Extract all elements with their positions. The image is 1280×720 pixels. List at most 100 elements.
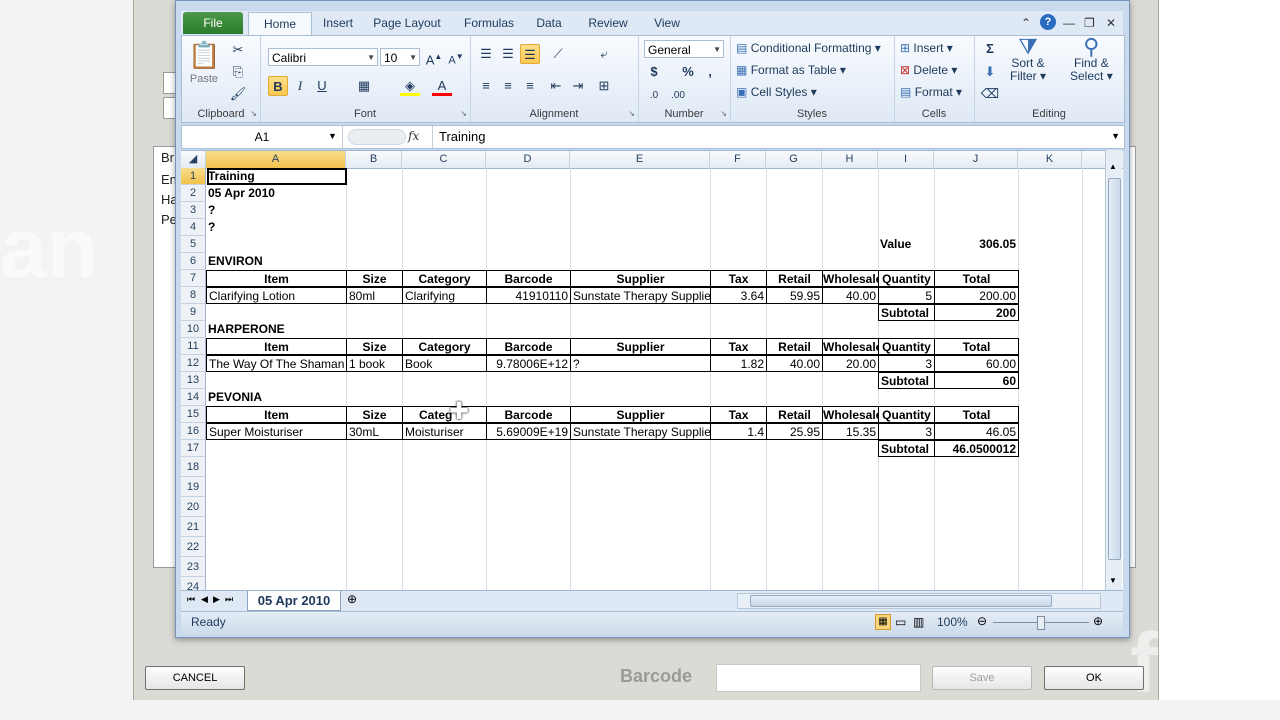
currency-button[interactable]: $ bbox=[644, 62, 664, 82]
table-cell[interactable]: 46.05 bbox=[934, 423, 1019, 440]
table-cell[interactable]: 1.82 bbox=[710, 355, 767, 372]
barcode-input[interactable] bbox=[716, 664, 921, 692]
table-cell[interactable]: 9.78006E+12 bbox=[486, 355, 571, 372]
row-header[interactable]: 12 bbox=[181, 355, 206, 372]
scroll-up-icon[interactable]: ▲ bbox=[1109, 162, 1117, 171]
comma-button[interactable]: , bbox=[700, 62, 720, 82]
align-middle-icon[interactable]: ☰ bbox=[498, 44, 518, 64]
grow-font-icon[interactable]: A▲ bbox=[424, 47, 444, 67]
table-cell[interactable]: 15.35 bbox=[822, 423, 879, 440]
row-header[interactable]: 23 bbox=[181, 557, 206, 577]
column-header-h[interactable]: H bbox=[822, 151, 878, 168]
insert-function-icon[interactable]: fx bbox=[408, 129, 419, 143]
table-header-barcode[interactable]: Barcode bbox=[486, 270, 571, 287]
alignment-launcher-icon[interactable]: ↘ bbox=[628, 109, 635, 118]
table-header-size[interactable]: Size bbox=[346, 338, 403, 355]
subtotal-value[interactable]: 46.0500012 bbox=[934, 440, 1019, 457]
minimize-ribbon-icon[interactable]: ⌃ bbox=[1021, 16, 1031, 30]
tab-view[interactable]: View bbox=[647, 12, 687, 34]
font-size-combo[interactable]: 10 ▼ bbox=[380, 48, 420, 66]
column-header-f[interactable]: F bbox=[710, 151, 766, 168]
cell-i5[interactable]: Value bbox=[878, 236, 934, 253]
table-header-barcode[interactable]: Barcode bbox=[486, 406, 571, 423]
row-header[interactable]: 14 bbox=[181, 389, 206, 406]
column-header-k[interactable]: K bbox=[1018, 151, 1082, 168]
row-header[interactable]: 13 bbox=[181, 372, 206, 389]
ok-button[interactable]: OK bbox=[1044, 666, 1144, 690]
increase-decimal-icon[interactable]: .0 bbox=[644, 86, 664, 106]
scroll-down-icon[interactable]: ▼ bbox=[1109, 576, 1117, 585]
vertical-scroll-thumb[interactable] bbox=[1108, 178, 1121, 560]
align-right-icon[interactable]: ≡ bbox=[520, 76, 540, 96]
page-layout-view-icon[interactable]: ▭ bbox=[895, 615, 906, 629]
tab-file[interactable]: File bbox=[183, 12, 243, 34]
table-cell[interactable]: Sunstate Therapy Supplie bbox=[570, 287, 711, 304]
column-header-d[interactable]: D bbox=[486, 151, 570, 168]
cut-icon[interactable]: ✂ bbox=[228, 40, 248, 60]
row-header[interactable]: 18 bbox=[181, 457, 206, 477]
sort-filter-button[interactable]: ⧩ Sort & Filter ▾ bbox=[1010, 36, 1046, 83]
cell-a4[interactable]: ? bbox=[206, 219, 346, 236]
table-header-tax[interactable]: Tax bbox=[710, 270, 767, 287]
table-cell[interactable]: Super Moisturiser bbox=[206, 423, 347, 440]
table-header-tax[interactable]: Tax bbox=[710, 406, 767, 423]
table-header-category[interactable]: Category bbox=[402, 338, 487, 355]
row-header[interactable]: 15 bbox=[181, 406, 206, 423]
cell-a2[interactable]: 05 Apr 2010 bbox=[206, 185, 346, 202]
insert-cells-button[interactable]: ⊞ Insert ▾ bbox=[900, 41, 953, 55]
format-as-table-button[interactable]: ▦ Format as Table ▾ bbox=[736, 63, 846, 77]
cell-styles-button[interactable]: ▣ Cell Styles ▾ bbox=[736, 85, 817, 99]
prev-sheet-icon[interactable]: ◀ bbox=[201, 594, 208, 605]
last-sheet-icon[interactable]: ⏭ bbox=[225, 594, 233, 605]
row-header[interactable]: 19 bbox=[181, 477, 206, 497]
restore-icon[interactable]: ❐ bbox=[1084, 16, 1095, 30]
name-box[interactable]: A1 bbox=[182, 126, 343, 148]
tab-home[interactable]: Home bbox=[248, 12, 312, 35]
table-header-item[interactable]: Item bbox=[206, 406, 347, 423]
cell-a6[interactable]: ENVIRON bbox=[206, 253, 346, 270]
table-header-supplier[interactable]: Supplier bbox=[570, 338, 711, 355]
subtotal-value[interactable]: 200 bbox=[934, 304, 1019, 321]
delete-cells-button[interactable]: ⊠ Delete ▾ bbox=[900, 63, 957, 77]
cancel-button[interactable]: CANCEL bbox=[145, 666, 245, 690]
subtotal-label[interactable]: Subtotal bbox=[878, 372, 935, 389]
font-color-icon[interactable]: A bbox=[432, 76, 452, 96]
table-header-wholesale[interactable]: Wholesale bbox=[822, 406, 879, 423]
table-header-category[interactable]: Categ bbox=[402, 406, 487, 423]
table-cell[interactable]: 3 bbox=[878, 423, 935, 440]
wrap-text-icon[interactable]: ⤶ bbox=[594, 44, 614, 64]
table-cell[interactable]: Book bbox=[402, 355, 487, 372]
column-header-a[interactable]: A bbox=[206, 151, 346, 168]
table-header-retail[interactable]: Retail bbox=[766, 406, 823, 423]
increase-indent-icon[interactable]: ⇥ bbox=[568, 76, 588, 96]
row-header[interactable]: 4 bbox=[181, 219, 206, 236]
subtotal-label[interactable]: Subtotal bbox=[878, 440, 935, 457]
decrease-decimal-icon[interactable]: .00 bbox=[668, 86, 688, 106]
find-select-button[interactable]: ⚲ Find & Select ▾ bbox=[1070, 36, 1113, 83]
table-cell[interactable]: 1 book bbox=[346, 355, 403, 372]
table-cell[interactable]: 20.00 bbox=[822, 355, 879, 372]
align-top-icon[interactable]: ☰ bbox=[476, 44, 496, 64]
clipboard-launcher-icon[interactable]: ↘ bbox=[250, 109, 257, 118]
table-header-supplier[interactable]: Supplier bbox=[570, 270, 711, 287]
sheet-tab-05-apr-2010[interactable]: 05 Apr 2010 bbox=[247, 591, 341, 611]
table-cell[interactable]: 40.00 bbox=[766, 355, 823, 372]
vertical-scrollbar[interactable]: ▲ ▼ bbox=[1105, 150, 1122, 590]
table-header-wholesale[interactable]: Wholesale bbox=[822, 270, 879, 287]
cell-a14[interactable]: PEVONIA bbox=[206, 389, 346, 406]
name-box-dropdown-icon[interactable]: ▼ bbox=[328, 131, 337, 141]
table-cell[interactable]: 59.95 bbox=[766, 287, 823, 304]
row-header[interactable]: 10 bbox=[181, 321, 206, 338]
table-cell[interactable]: 3.64 bbox=[710, 287, 767, 304]
table-cell[interactable]: The Way Of The Shaman bbox=[206, 355, 347, 372]
table-cell[interactable]: 200.00 bbox=[934, 287, 1019, 304]
row-header[interactable]: 17 bbox=[181, 440, 206, 457]
column-header-e[interactable]: E bbox=[570, 151, 710, 168]
format-cells-button[interactable]: ▤ Format ▾ bbox=[900, 85, 962, 99]
table-cell[interactable]: Clarifying Lotion bbox=[206, 287, 347, 304]
row-header[interactable]: 5 bbox=[181, 236, 206, 253]
subtotal-value[interactable]: 60 bbox=[934, 372, 1019, 389]
table-header-total[interactable]: Total bbox=[934, 270, 1019, 287]
column-header-j[interactable]: J bbox=[934, 151, 1018, 168]
shrink-font-icon[interactable]: A▼ bbox=[446, 47, 466, 67]
